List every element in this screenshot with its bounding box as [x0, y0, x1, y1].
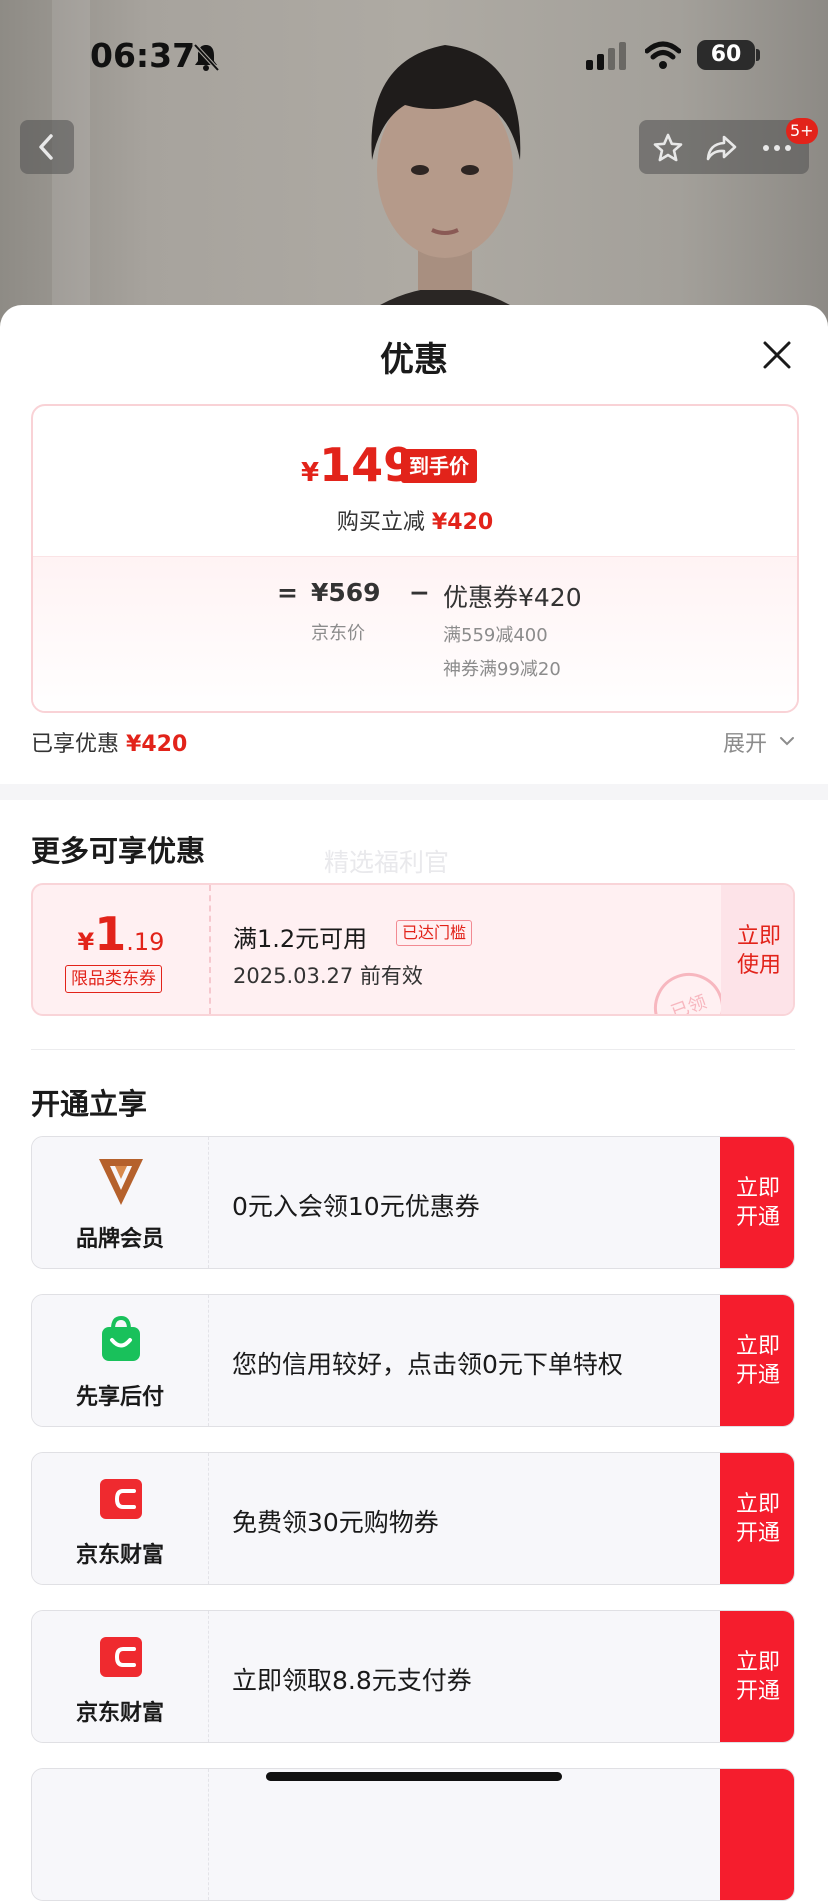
final-price: ¥149 [301, 438, 415, 492]
offer-card-brand-member[interactable]: 品牌会员 0元入会领10元优惠券 立即开通 [31, 1136, 795, 1269]
section-divider [31, 1049, 795, 1050]
open-now-button[interactable] [720, 1769, 794, 1900]
section-gap [0, 784, 828, 800]
reduce-label: 购买立减 [336, 510, 425, 535]
offer-desc: 立即领取8.8元支付券 [232, 1666, 472, 1695]
jd-wallet-icon [100, 1637, 142, 1677]
jd-price: ¥569 [311, 578, 381, 607]
open-now-button[interactable]: 立即开通 [720, 1611, 794, 1742]
status-bar: 06:37 60 [0, 0, 828, 100]
offer-desc: 0元入会领10元优惠券 [232, 1192, 480, 1221]
close-icon[interactable] [760, 338, 794, 372]
offer-desc: 免费领30元购物券 [232, 1508, 439, 1537]
battery-terminal [756, 49, 760, 61]
watermark-text: 精选福利官 [324, 848, 450, 877]
open-now-button[interactable]: 立即开通 [720, 1295, 794, 1426]
currency-symbol: ¥ [301, 458, 320, 488]
offer-name: 先享后付 [75, 1385, 164, 1410]
enjoyed-label: 已享优惠 [31, 732, 120, 757]
open-now-button[interactable]: 立即开通 [720, 1137, 794, 1268]
back-button[interactable] [20, 120, 74, 174]
final-price-tag: 到手价 [401, 449, 477, 483]
reduce-line: 购买立减 ¥420 [33, 504, 797, 536]
coupon-value: ¥1.19 [77, 907, 165, 961]
silent-bell-icon [193, 43, 220, 72]
threshold-reached-tag: 已达门槛 [396, 920, 473, 946]
jd-price-label: 京东价 [311, 623, 365, 644]
expand-button[interactable]: 展开 [723, 726, 767, 758]
coupon-detail-1: 满559减400 [443, 625, 548, 646]
coupon-kind-tag: 限品类东券 [65, 965, 162, 993]
equals-sign: = [277, 578, 298, 607]
discount-sheet: 优惠 ¥149 到手价 购买立减 ¥420 = ¥569 京东价 − 优惠券¥4… [0, 305, 828, 1901]
jd-wallet-icon [100, 1479, 142, 1519]
offer-card-jd-finance[interactable]: 京东财富 免费领30元购物券 立即开通 [31, 1452, 795, 1585]
sheet-title: 优惠 [380, 340, 448, 380]
enjoyed-discount: 已享优惠 ¥420 [31, 726, 187, 758]
enjoyed-amount: ¥420 [126, 732, 188, 757]
price-breakdown-card: ¥149 到手价 购买立减 ¥420 = ¥569 京东价 − 优惠券¥420 … [31, 404, 799, 713]
battery-level: 60 [697, 40, 755, 70]
star-favorite-icon[interactable] [653, 133, 683, 163]
offer-card-pay-later[interactable]: 先享后付 您的信用较好，点击领0元下单特权 立即开通 [31, 1294, 795, 1427]
more-discounts-title: 更多可享优惠 [31, 834, 206, 868]
share-icon[interactable] [705, 133, 737, 163]
offer-name: 京东财富 [75, 1701, 164, 1726]
coupon-detail-2: 神券满99减20 [443, 659, 561, 680]
offer-card-jd-finance-2[interactable]: 京东财富 立即领取8.8元支付券 立即开通 [31, 1610, 795, 1743]
home-indicator[interactable] [266, 1772, 562, 1781]
offer-name: 品牌会员 [75, 1227, 164, 1252]
use-now-label: 立即使用 [736, 924, 781, 978]
brand-member-v-icon [99, 1159, 143, 1205]
status-time: 06:37 [90, 36, 196, 75]
top-tool-group [639, 120, 809, 174]
cellular-signal-icon [586, 42, 626, 70]
chevron-down-icon[interactable] [779, 733, 795, 749]
offer-logo-area [32, 1769, 209, 1900]
coupon-condition: 满1.2元可用 [233, 925, 368, 953]
offer-desc: 您的信用较好，点击领0元下单特权 [232, 1350, 623, 1379]
offer-card-partial[interactable] [31, 1768, 795, 1901]
wifi-icon [645, 41, 681, 69]
use-now-button[interactable]: 立即使用 [721, 885, 793, 1014]
open-enjoy-title: 开通立享 [31, 1087, 148, 1121]
minus-sign: − [409, 578, 430, 607]
message-count-badge: 5+ [786, 118, 818, 144]
open-now-button[interactable]: 立即开通 [720, 1453, 794, 1584]
reduce-amount: ¥420 [431, 510, 494, 535]
chevron-left-icon [39, 134, 53, 160]
coupon-valid-until: 2025.03.27 前有效 [233, 964, 423, 988]
coupon-total: 优惠券¥420 [443, 583, 582, 612]
shopping-bag-icon [102, 1315, 140, 1361]
coupon-card: ¥1.19 限品类东券 满1.2元可用 已达门槛 2025.03.27 前有效 … [31, 883, 795, 1016]
offer-name: 京东财富 [75, 1543, 164, 1568]
